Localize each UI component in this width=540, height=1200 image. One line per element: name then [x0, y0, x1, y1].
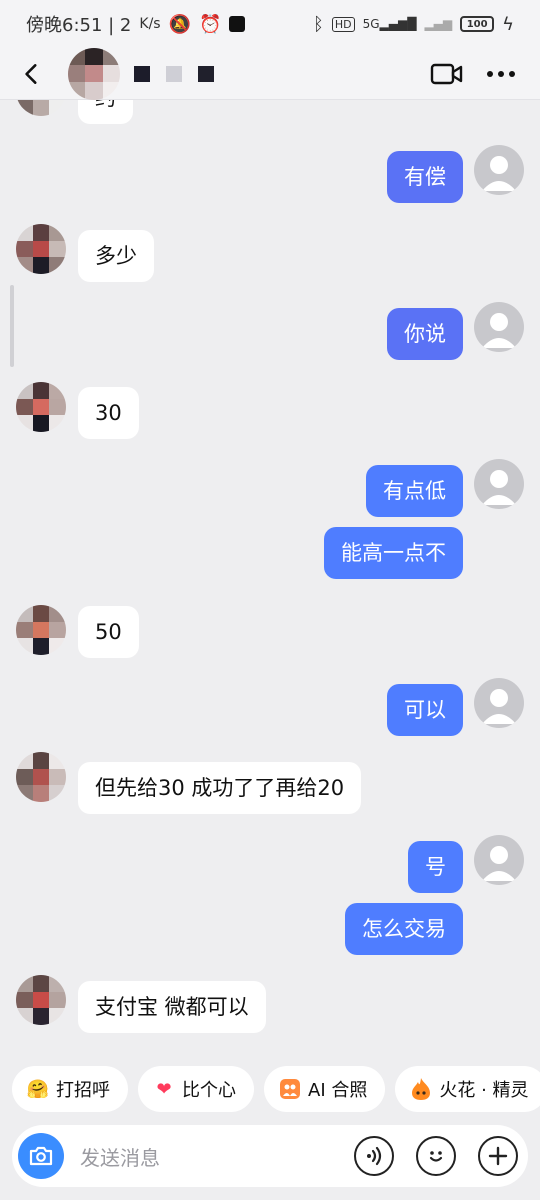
message-bubble-received[interactable]: 多少 [78, 230, 154, 282]
ai-photo-icon [278, 1077, 302, 1101]
quick-reply-ai-photo[interactable]: AI 合照 [264, 1066, 386, 1112]
scroll-indicator [10, 285, 14, 367]
message-bubble-received[interactable]: 支付宝 微都可以 [78, 981, 266, 1033]
more-options-icon[interactable] [486, 70, 516, 78]
alarm-icon: ⏰ [199, 13, 222, 35]
quick-reply-spark[interactable]: 火花 · 精灵 [395, 1066, 540, 1112]
chevron-left-icon [25, 63, 37, 84]
message-bubble-received[interactable]: 但先给30 成功了了再给20 [78, 762, 362, 814]
contact-name-redacted[interactable] [134, 65, 214, 82]
message-bubble-sent[interactable]: 能高一点不 [324, 527, 463, 579]
quick-reply-greet[interactable]: 🤗 打招呼 [12, 1066, 128, 1112]
voice-icon [367, 1146, 382, 1166]
mute-icon: 🔕 [168, 13, 192, 35]
video-call-icon[interactable] [430, 62, 464, 86]
more-button[interactable] [478, 1136, 518, 1176]
flame-icon [409, 1077, 433, 1101]
contact-avatar-small[interactable] [16, 975, 66, 1025]
message-bubble-received[interactable]: 30 [78, 387, 139, 439]
wave-hand-icon: 🤗 [26, 1078, 50, 1100]
charging-icon: ϟ [502, 13, 514, 35]
bluetooth-icon: ᛒ [313, 13, 324, 35]
status-speed: K/s [139, 16, 161, 32]
message-bubble-received[interactable]: 50 [78, 606, 139, 658]
my-avatar[interactable] [474, 678, 524, 728]
plus-icon [488, 1146, 508, 1166]
my-avatar[interactable] [474, 302, 524, 352]
message-bubble-sent[interactable]: 号 [408, 841, 463, 893]
contact-avatar-small[interactable] [16, 100, 66, 116]
quick-reply-bar: 🤗 打招呼 ❤ 比个心 AI 合照 火花 · 精灵 [12, 1066, 540, 1112]
quick-reply-heart[interactable]: ❤ 比个心 [138, 1066, 254, 1112]
camera-button[interactable] [18, 1133, 64, 1179]
contact-avatar[interactable] [68, 47, 120, 100]
contact-avatar-small[interactable] [16, 605, 66, 655]
message-bubble-sent[interactable]: 你说 [387, 308, 463, 360]
my-avatar[interactable] [474, 145, 524, 195]
contact-avatar-small[interactable] [16, 752, 66, 802]
signal-icon: 5G▂▄▆█ [362, 17, 417, 31]
camera-icon [29, 1146, 53, 1166]
message-input-bar: 发送消息 [12, 1125, 528, 1187]
message-bubble-sent[interactable]: 可以 [387, 684, 463, 736]
message-bubble-sent[interactable]: 有偿 [387, 151, 463, 203]
message-bubble-sent[interactable]: 有点低 [366, 465, 463, 517]
chat-messages-area[interactable]: 约 有偿 多少 你说 30 有点低 能高一点不 50 可以 但先给30 成功了了… [0, 100, 540, 1055]
message-bubble-received[interactable]: 约 [78, 100, 133, 124]
heart-icon: ❤ [156, 1078, 172, 1100]
contact-avatar-small[interactable] [16, 382, 66, 432]
emoji-icon [429, 1151, 443, 1162]
signal-2-icon: ▂▄▆ [424, 17, 453, 31]
message-input[interactable]: 发送消息 [80, 1142, 332, 1171]
voice-button[interactable] [354, 1136, 394, 1176]
app-notification-icon [229, 16, 246, 32]
status-bar: 傍晚6:51 | 2 K/s 🔕 ⏰ ᛒ HD 5G▂▄▆█ ▂▄▆ 100 ϟ [0, 0, 540, 48]
my-avatar[interactable] [474, 459, 524, 509]
contact-avatar-small[interactable] [16, 224, 66, 274]
message-bubble-sent[interactable]: 怎么交易 [345, 903, 463, 955]
chat-header [0, 47, 540, 100]
my-avatar[interactable] [474, 835, 524, 885]
battery-icon: 100 [460, 16, 495, 32]
status-time: 傍晚6:51 | 2 [26, 15, 132, 36]
back-button[interactable] [0, 48, 64, 100]
emoji-button[interactable] [416, 1136, 456, 1176]
hd-icon: HD [331, 16, 355, 32]
